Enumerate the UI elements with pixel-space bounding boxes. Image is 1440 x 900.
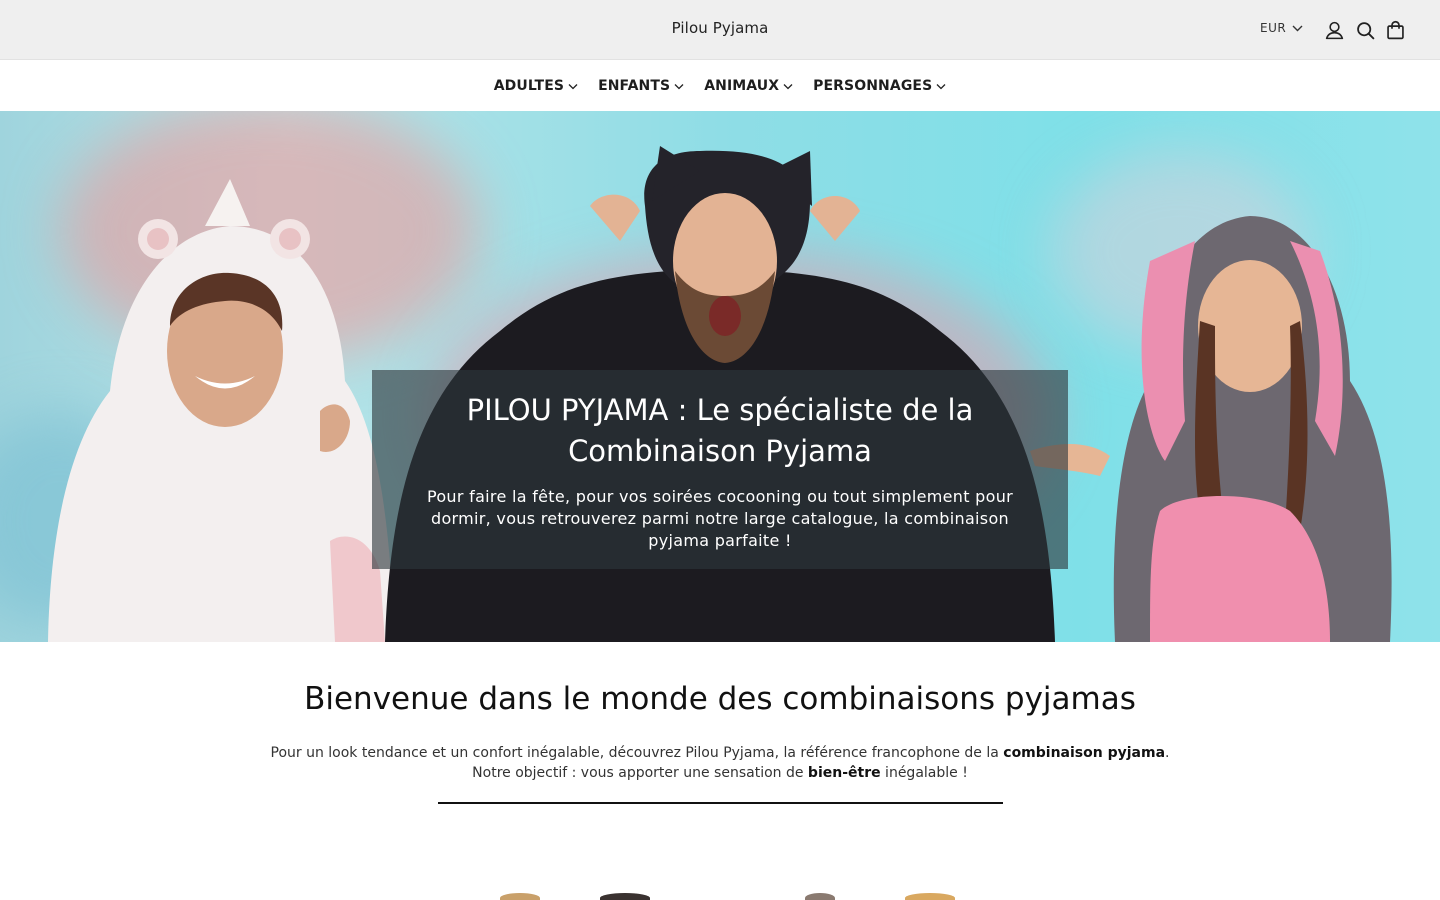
account-icon — [1325, 21, 1343, 39]
account-button[interactable] — [1322, 18, 1346, 42]
hero-banner[interactable]: PILOU PYJAMA : Le spécialiste de la Comb… — [0, 111, 1440, 642]
hero-overlay-box: PILOU PYJAMA : Le spécialiste de la Comb… — [372, 370, 1068, 569]
product-image-peek — [805, 893, 835, 900]
nav-item-label: ENFANTS — [598, 77, 671, 94]
cart-icon — [1386, 20, 1404, 39]
unicorn-onesie-figure — [48, 179, 395, 642]
top-header: Pilou Pyjama EUR — [0, 0, 1440, 60]
nav-item-personnages[interactable]: PERSONNAGES — [813, 78, 946, 94]
product-image-peek — [600, 893, 650, 900]
chevron-down-icon — [568, 84, 578, 90]
brand-wrapper: Pilou Pyjama — [0, 19, 1440, 37]
welcome-title: Bienvenue dans le monde des combinaisons… — [304, 681, 1136, 717]
bunny-onesie-figure — [1030, 216, 1392, 642]
welcome-line-2: Notre objectif : vous apporter une sensa… — [0, 763, 1440, 783]
brand-logo-text[interactable]: Pilou Pyjama — [672, 19, 769, 37]
nav-item-animaux[interactable]: ANIMAUX — [704, 78, 793, 94]
cart-button[interactable] — [1383, 18, 1407, 42]
nav-item-enfants[interactable]: ENFANTS — [598, 78, 684, 94]
welcome-line-2-prefix: Notre objectif : vous apporter une sensa… — [472, 765, 808, 781]
welcome-line-1-prefix: Pour un look tendance et un confort inég… — [270, 745, 1004, 761]
hero-description: Pour faire la fête, pour vos soirées coc… — [426, 487, 1014, 550]
chevron-down-icon — [936, 84, 946, 90]
welcome-line-1-suffix: . — [1165, 745, 1170, 761]
welcome-keyword-combinaison: combinaison pyjama — [1003, 745, 1166, 761]
section-divider — [438, 802, 1003, 804]
currency-label: EUR — [1260, 21, 1287, 35]
welcome-line-1: Pour un look tendance et un confort inég… — [0, 743, 1440, 763]
nav-item-label: ADULTES — [493, 77, 565, 94]
currency-selector[interactable]: EUR — [1260, 21, 1303, 35]
chevron-down-icon — [1292, 25, 1303, 31]
chevron-down-icon — [674, 84, 684, 90]
nav-item-adultes[interactable]: ADULTES — [494, 78, 578, 94]
welcome-keyword-bien-etre: bien-être — [807, 765, 881, 781]
search-icon — [1356, 21, 1374, 39]
main-navigation: ADULTES ENFANTS ANIMAUX PERSONNAGES — [0, 60, 1440, 111]
nav-item-label: ANIMAUX — [704, 77, 780, 94]
nav-item-label: PERSONNAGES — [813, 77, 933, 94]
product-image-peek — [905, 893, 955, 900]
welcome-description: Pour un look tendance et un confort inég… — [0, 743, 1440, 783]
welcome-line-2-suffix: inégalable ! — [880, 765, 968, 781]
hero-title: PILOU PYJAMA : Le spécialiste de la Comb… — [466, 393, 974, 468]
product-image-peek — [500, 893, 540, 900]
search-button[interactable] — [1353, 18, 1377, 42]
chevron-down-icon — [783, 84, 793, 90]
